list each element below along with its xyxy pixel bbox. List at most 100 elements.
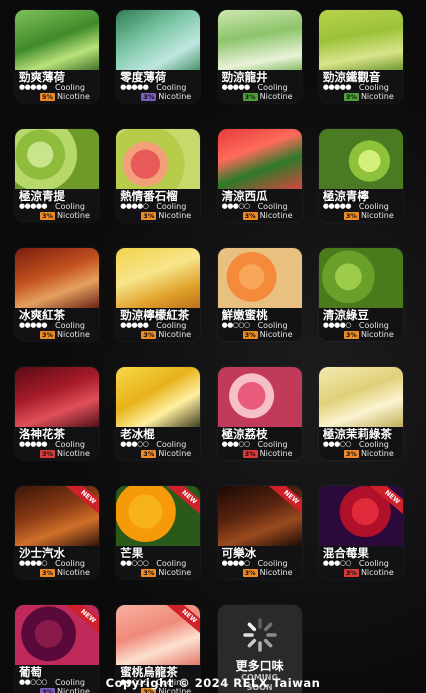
nicotine-info: 3% Nicotine	[40, 330, 90, 339]
cooling-label: Cooling	[257, 440, 288, 449]
flavor-card[interactable]: 極涼青提 ●●●●● Cooling 3% Nicotine	[15, 129, 99, 222]
cooling-level-dots: ●●●●○	[221, 559, 251, 567]
cooling-level-dots: ●●●○○	[221, 440, 251, 448]
cooling-level-dots: ●●●●○	[120, 202, 149, 210]
nicotine-info: 3% Nicotine	[343, 330, 394, 339]
cooling-label: Cooling	[156, 440, 187, 449]
cooling-level-dots: ●●●○○	[120, 440, 149, 448]
nicotine-strength-badge: 3%	[141, 211, 157, 220]
nicotine-info: 3% Nicotine	[242, 92, 293, 101]
nicotine-label: Nicotine	[360, 568, 394, 577]
cooling-rating: ●●●●○ Cooling	[222, 559, 302, 568]
nicotine-label: Nicotine	[360, 211, 394, 220]
nicotine-strength-badge: 3%	[141, 449, 157, 458]
nicotine-strength-badge: 3%	[40, 330, 56, 339]
nicotine-strength-badge: 3%	[40, 449, 56, 458]
nicotine-info: 3% Nicotine	[141, 330, 191, 339]
cooling-label: Cooling	[156, 83, 187, 92]
peach-image	[217, 248, 302, 312]
cooling-label: Cooling	[156, 321, 187, 330]
flavor-card[interactable]: 勁涼龍井 ●●●●● Cooling 3% Nicotine	[217, 10, 302, 103]
cooling-rating: ●●●●● Cooling	[323, 202, 403, 211]
flavor-grid: 勁爽薄荷 ●●●●● Cooling 5% Nicotine 零度薄荷 ●●●●● Cooli…	[15, 10, 407, 693]
ice-pop-image	[116, 367, 201, 431]
nicotine-info: 3% Nicotine	[141, 92, 191, 101]
cooling-level-dots: ●●●●●	[322, 83, 352, 91]
flavor-card[interactable]: NEW 可樂冰 ●●●●○ Cooling 3% Nicotine	[217, 486, 302, 579]
flavor-card[interactable]: 勁涼檸檬紅茶 ●●●●● Cooling 3% Nicotine	[116, 248, 201, 341]
flavor-card[interactable]: 老冰棍 ●●●○○ Cooling 3% Nicotine	[116, 367, 201, 460]
nicotine-label: Nicotine	[259, 92, 293, 101]
cooling-label: Cooling	[257, 83, 288, 92]
cooling-label: Cooling	[55, 202, 85, 211]
flavor-card[interactable]: 清涼綠豆 ●●●●○ Cooling 3% Nicotine	[318, 248, 403, 341]
nicotine-label: Nicotine	[360, 330, 394, 339]
cooling-rating: ●●●●● Cooling	[222, 83, 302, 92]
flavor-card[interactable]: 極涼青檸 ●●●●● Cooling 3% Nicotine	[318, 129, 403, 222]
flavor-card[interactable]: 勁涼鐵觀音 ●●●●● Cooling 3% Nicotine	[318, 10, 403, 103]
nicotine-label: Nicotine	[158, 211, 192, 220]
cooling-label: Cooling	[358, 440, 389, 449]
nicotine-info: 3% Nicotine	[40, 568, 90, 577]
cooling-rating: ●●●○○ Cooling	[120, 440, 200, 449]
nicotine-strength-badge: 3%	[141, 92, 157, 101]
nicotine-label: Nicotine	[57, 568, 90, 577]
nicotine-strength-badge: 3%	[40, 211, 56, 220]
flavor-card[interactable]: 極涼荔枝 ●●●○○ Cooling 3% Nicotine	[217, 367, 302, 460]
flavor-card[interactable]: 零度薄荷 ●●●●● Cooling 3% Nicotine	[116, 10, 201, 103]
nicotine-info: 3% Nicotine	[242, 568, 293, 577]
nicotine-label: Nicotine	[259, 211, 293, 220]
flavor-card[interactable]: 鮮嫩蜜桃 ●●○○○ Cooling 3% Nicotine	[217, 248, 302, 341]
cooling-level-dots: ●●●●●	[19, 440, 48, 448]
roselle-tea-image	[15, 367, 99, 431]
cooling-level-dots: ●●●●●	[120, 83, 149, 91]
spinner-segment	[247, 622, 256, 632]
frozen-mint-image	[116, 10, 201, 74]
nicotine-info: 3% Nicotine	[141, 449, 191, 458]
spinner-segment	[263, 622, 272, 632]
nicotine-strength-badge: 3%	[40, 568, 56, 577]
flavor-card[interactable]: 熱情番石榴 ●●●●○ Cooling 3% Nicotine	[116, 129, 201, 222]
nicotine-info: 3% Nicotine	[343, 449, 394, 458]
cooling-label: Cooling	[358, 83, 389, 92]
mint-drink-image	[15, 10, 99, 74]
nicotine-label: Nicotine	[158, 330, 192, 339]
nicotine-info: 3% Nicotine	[242, 211, 293, 220]
nicotine-info: 3% Nicotine	[40, 211, 90, 220]
flavor-card[interactable]: 極涼茉莉綠茶 ●●●○○ Cooling 3% Nicotine	[318, 367, 403, 460]
cooling-rating: ●●●●● Cooling	[323, 83, 403, 92]
lychee-image	[217, 367, 302, 431]
flavor-card[interactable]: 冰爽紅茶 ●●●●● Cooling 3% Nicotine	[15, 248, 99, 341]
coming-soon-title: 更多口味	[235, 659, 284, 673]
flavor-menu-screen: 勁爽薄荷 ●●●●● Cooling 5% Nicotine 零度薄荷 ●●●●● Cooli…	[0, 0, 426, 693]
flavor-card[interactable]: 洛神花茶 ●●●●● Cooling 3% Nicotine	[15, 367, 99, 460]
nicotine-strength-badge: 3%	[343, 330, 359, 339]
iced-black-tea-image	[15, 248, 99, 312]
cooling-level-dots: ●●●○○	[322, 440, 352, 448]
cooling-level-dots: ●●●●●	[19, 321, 48, 329]
nicotine-label: Nicotine	[259, 568, 293, 577]
cooling-label: Cooling	[358, 202, 389, 211]
flavor-card[interactable]: NEW 沙士汽水 ●●●●○ Cooling 3% Nicotine	[15, 486, 99, 579]
watermelon-image	[217, 129, 302, 193]
nicotine-label: Nicotine	[360, 92, 394, 101]
cooling-rating: ●●●●○ Cooling	[323, 321, 403, 330]
cooling-label: Cooling	[55, 321, 85, 330]
nicotine-info: 3% Nicotine	[242, 330, 293, 339]
flavor-card[interactable]: NEW 芒果 ●●○○○ Cooling 3% Nicotine	[116, 486, 201, 579]
cooling-label: Cooling	[55, 440, 85, 449]
oolong-tea-image	[318, 10, 403, 74]
flavor-card[interactable]: NEW 混合莓果 ●●●○○ Cooling 3% Nicotine	[318, 486, 403, 579]
green-tea-image	[217, 10, 302, 74]
cooling-label: Cooling	[257, 559, 288, 568]
cooling-rating: ●●●○○ Cooling	[323, 440, 403, 449]
flavor-card[interactable]: 清涼西瓜 ●●●○○ Cooling 3% Nicotine	[217, 129, 302, 222]
flavor-card[interactable]: 勁爽薄荷 ●●●●● Cooling 5% Nicotine	[15, 10, 99, 103]
cooling-rating: ●●●●● Cooling	[19, 321, 99, 330]
copyright-footer: Copyright © 2024 RELX Taiwan	[105, 676, 321, 690]
nicotine-info: 5% Nicotine	[40, 92, 90, 101]
cooling-level-dots: ●●●●●	[322, 202, 352, 210]
nicotine-strength-badge: 3%	[343, 92, 359, 101]
cooling-level-dots: ●●○○○	[221, 321, 251, 329]
cooling-rating: ●●●●● Cooling	[19, 83, 99, 92]
